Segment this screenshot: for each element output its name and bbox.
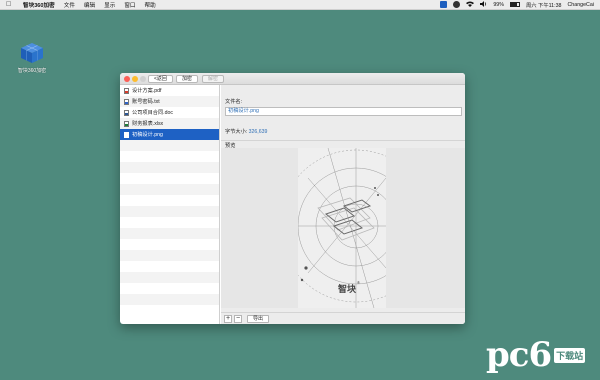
file-name: 财务报表.xlsx	[132, 121, 164, 127]
file-row-selected[interactable]: 初稿设计.png	[120, 129, 219, 140]
zoom-window-button[interactable]	[140, 76, 146, 82]
empty-row	[120, 261, 219, 272]
empty-row	[120, 140, 219, 151]
minimize-window-button[interactable]	[132, 76, 138, 82]
menu-bar:  智块360加密 文件 编辑 显示 窗口 帮助 99% 周六 下午11:38 …	[0, 0, 600, 10]
user-name[interactable]: ChangeCai	[567, 2, 594, 8]
file-name: 设计方案.pdf	[132, 88, 162, 94]
menu-edit[interactable]: 编辑	[84, 1, 95, 9]
title-bar: <返回 加密 解密	[120, 73, 465, 85]
preview-logo-text: 智块	[338, 284, 357, 294]
apple-menu-icon[interactable]: 	[6, 1, 14, 9]
file-row[interactable]: 设计方案.pdf	[120, 85, 219, 96]
cube-logo-icon	[20, 42, 44, 64]
empty-row	[120, 195, 219, 206]
wifi-icon[interactable]	[466, 1, 475, 9]
registered-mark: ®	[357, 280, 360, 285]
preview-image: 智块 ®	[298, 148, 386, 308]
export-button[interactable]: 导出	[247, 315, 270, 323]
battery-percent: 99%	[493, 1, 504, 8]
empty-row	[120, 173, 219, 184]
menu-view[interactable]: 显示	[104, 1, 115, 9]
site-watermark: pc6 下载站	[486, 335, 586, 375]
word-file-icon	[124, 109, 129, 116]
empty-row	[120, 184, 219, 195]
decrypt-button[interactable]: 解密	[202, 75, 225, 83]
file-row[interactable]: 财务报表.xlsx	[120, 118, 219, 129]
preview-area: 智块 ®	[221, 148, 465, 308]
status-area: 99% 周六 下午11:38 ChangeCai	[434, 0, 594, 9]
empty-row	[120, 294, 219, 305]
encrypt-button[interactable]: 加密	[176, 75, 199, 83]
empty-row	[120, 283, 219, 294]
empty-row	[120, 162, 219, 173]
empty-row	[120, 305, 219, 316]
empty-row	[120, 206, 219, 217]
file-name: 初稿设计.png	[132, 132, 163, 138]
volume-icon[interactable]	[480, 0, 487, 9]
filename-field[interactable]: 初稿设计.png	[225, 107, 462, 116]
menu-help[interactable]: 帮助	[145, 1, 156, 9]
menu-app-name[interactable]: 智块360加密	[23, 1, 55, 9]
battery-icon[interactable]	[509, 2, 520, 7]
file-name: 账号密码.txt	[132, 99, 160, 105]
menu-window[interactable]: 窗口	[124, 1, 135, 9]
status-circle-icon[interactable]	[453, 1, 461, 8]
empty-row	[120, 239, 219, 250]
pdf-file-icon	[124, 87, 129, 94]
add-file-button[interactable]: +	[224, 315, 232, 323]
menu-file[interactable]: 文件	[64, 1, 75, 9]
desktop-app-icon[interactable]: 智块360加密	[12, 42, 52, 74]
filename-label: 文件名:	[225, 99, 243, 105]
file-row[interactable]: 公司项目合同.doc	[120, 107, 219, 118]
empty-row	[120, 228, 219, 239]
clock[interactable]: 周六 下午11:38	[526, 1, 562, 9]
remove-file-button[interactable]: −	[234, 315, 242, 323]
size-row: 字节大小: 326,639	[225, 128, 267, 135]
watermark-brand: pc6	[486, 335, 552, 375]
watermark-site: 下载站	[554, 347, 586, 363]
back-button[interactable]: <返回	[148, 75, 173, 83]
file-row[interactable]: 账号密码.txt	[120, 96, 219, 107]
detail-panel: 文件名: 初稿设计.png 字节大小: 326,639 预览 智块 ® + − …	[221, 85, 465, 324]
close-window-button[interactable]	[124, 76, 130, 82]
desktop-icon-label: 智块360加密	[17, 68, 47, 74]
app-window: <返回 加密 解密 设计方案.pdf 账号密码.txt 公司项目合同.doc 财…	[120, 73, 465, 324]
empty-row	[120, 151, 219, 162]
app-status-icon[interactable]	[440, 1, 448, 8]
file-name: 公司项目合同.doc	[132, 110, 173, 116]
divider	[221, 140, 465, 141]
excel-file-icon	[124, 120, 129, 127]
file-list: 设计方案.pdf 账号密码.txt 公司项目合同.doc 财务报表.xlsx 初…	[120, 85, 220, 324]
size-label: 字节大小:	[225, 129, 248, 135]
empty-row	[120, 272, 219, 283]
empty-row	[120, 250, 219, 261]
text-file-icon	[124, 98, 129, 105]
bottom-bar: + − 导出	[221, 312, 465, 324]
empty-row	[120, 217, 219, 228]
size-value: 326,639	[248, 129, 268, 135]
image-file-icon	[124, 131, 129, 138]
